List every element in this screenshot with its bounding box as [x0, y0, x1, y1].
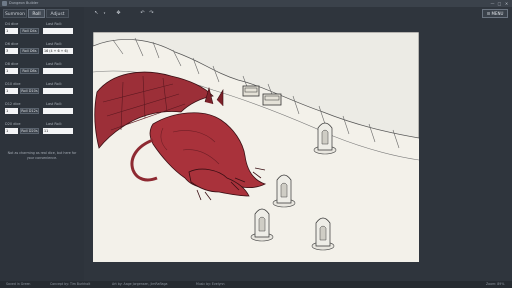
dragon-horns	[204, 86, 224, 106]
treasure-chest[interactable]	[242, 85, 260, 97]
d4-result	[43, 28, 73, 34]
hamburger-icon: ☰	[486, 11, 491, 16]
roll-d8-button[interactable]: Roll D8s	[20, 68, 39, 74]
statue[interactable]	[313, 122, 337, 155]
d10-label: D10 dice	[5, 82, 21, 86]
chevron-down-icon[interactable]: ▾	[100, 9, 109, 17]
menu-button[interactable]: ☰ MENU	[482, 9, 508, 18]
d8-count-input[interactable]: 1	[5, 68, 18, 74]
tab-summon[interactable]: Summon	[3, 9, 27, 18]
minimize-button[interactable]: —	[489, 0, 496, 7]
dragon-token[interactable]	[94, 71, 267, 201]
roll-d6-button[interactable]: Roll D6s	[20, 48, 39, 54]
d6-label: D6 dice	[5, 42, 19, 46]
app-window: Dungeon Builder — □ ✕ Summon Roll Adjust…	[0, 0, 512, 288]
d12-count-input[interactable]: 1	[5, 108, 18, 114]
status-art: Art by: Aage Jorgensen, JimRaflaga	[112, 282, 168, 286]
app-icon	[2, 1, 7, 6]
map-drawing	[93, 32, 419, 251]
d8-label: D8 dice	[5, 62, 19, 66]
title-bar: Dungeon Builder — □ ✕	[0, 0, 512, 7]
status-saved: Saved in Green	[6, 282, 31, 286]
tab-adjust[interactable]: Adjust	[46, 9, 69, 18]
statue[interactable]	[311, 217, 335, 251]
roll-d12-button[interactable]: Roll D12s	[20, 108, 39, 114]
d4-label: D4 dice	[5, 22, 19, 26]
maximize-button[interactable]: □	[496, 0, 503, 7]
undo-icon[interactable]: ↶	[138, 9, 147, 17]
d6-last-label: Last Roll:	[46, 42, 62, 46]
d20-result: 11	[43, 128, 73, 134]
menu-label: MENU	[491, 11, 504, 16]
d10-count-input[interactable]: 1	[5, 88, 18, 94]
treasure-chest[interactable]	[262, 93, 282, 106]
window-title: Dungeon Builder	[9, 1, 39, 5]
status-zoom: Zoom: 89%	[486, 282, 505, 286]
d20-count-input[interactable]: 1	[5, 128, 18, 134]
toolbar: ↖ ▾ ✥ ↶ ↷ ☰ MENU	[84, 7, 512, 21]
d8-result	[43, 68, 73, 74]
d6-result: 16 (4 + 6 + 6)	[43, 48, 73, 54]
status-concept: Concept by: Tim Burkholt	[50, 282, 91, 286]
d6-count-input[interactable]: 3	[5, 48, 18, 54]
roll-d4-button[interactable]: Roll D4s	[20, 28, 39, 34]
d4-count-input[interactable]: 1	[5, 28, 18, 34]
d10-last-label: Last Roll:	[46, 82, 62, 86]
roll-d20-button[interactable]: Roll D20s	[20, 128, 39, 134]
dice-note: Not as charming as real dice, but here f…	[7, 151, 77, 160]
roll-d10-button[interactable]: Roll D10s	[20, 88, 39, 94]
map-canvas[interactable]	[93, 32, 419, 262]
tab-roll[interactable]: Roll	[28, 9, 45, 18]
dragon-tail	[130, 138, 158, 182]
d20-last-label: Last Roll:	[46, 122, 62, 126]
status-music: Music by: Evelynn	[196, 282, 225, 286]
d8-last-label: Last Roll:	[46, 62, 62, 66]
d4-last-label: Last Roll:	[46, 22, 62, 26]
statue[interactable]	[250, 208, 274, 242]
d12-label: D12 dice	[5, 102, 21, 106]
d12-last-label: Last Roll:	[46, 102, 62, 106]
close-button[interactable]: ✕	[503, 0, 510, 7]
redo-icon[interactable]: ↷	[147, 9, 156, 17]
d10-result	[43, 88, 73, 94]
status-bar: Saved in Green Concept by: Tim Burkholt …	[0, 281, 512, 288]
move-icon[interactable]: ✥	[114, 9, 123, 17]
d20-label: D20 dice	[5, 122, 21, 126]
statue[interactable]	[272, 174, 296, 208]
left-panel: Summon Roll Adjust D4 dice Last Roll: 1 …	[0, 7, 84, 281]
d12-result	[43, 108, 73, 114]
